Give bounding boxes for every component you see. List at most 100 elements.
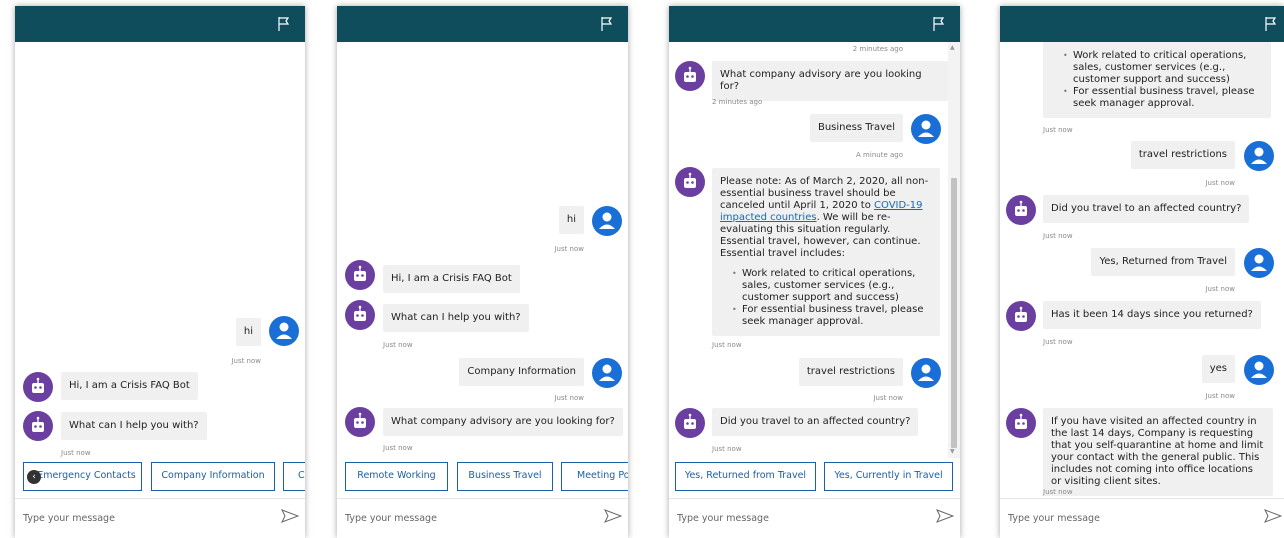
user-avatar <box>911 358 941 388</box>
timestamp: Just now <box>554 245 584 253</box>
flag-icon[interactable] <box>932 16 946 32</box>
message-list[interactable]: Work related to critical operations, sal… <box>1000 42 1284 498</box>
timestamp: Just now <box>712 445 742 453</box>
timestamp: Just now <box>554 394 584 402</box>
user-icon <box>1251 361 1267 378</box>
timestamp: Just now <box>231 357 261 365</box>
bot-message: Did you travel to an affected country? <box>712 408 919 436</box>
bot-avatar <box>1006 195 1036 225</box>
list-item: Work related to critical operations, sal… <box>732 268 932 304</box>
timestamp: Just now <box>1043 488 1073 496</box>
scrollbar-thumb[interactable] <box>951 178 957 448</box>
scroll-up-icon[interactable]: ▲ <box>950 44 955 52</box>
input-bar <box>669 498 960 538</box>
list-item: For essential business travel, please se… <box>732 304 932 328</box>
user-icon <box>276 322 292 339</box>
input-bar <box>15 498 305 538</box>
timestamp: Just now <box>873 394 903 402</box>
message-input[interactable] <box>1008 507 1248 529</box>
message-input[interactable] <box>23 507 263 529</box>
message-list[interactable]: hi Just now Hi, I am a Crisis FAQ Bot Wh… <box>15 42 305 458</box>
message-list[interactable]: 2 minutes ago What company advisory are … <box>669 42 948 458</box>
suggestion-truncated[interactable]: C <box>283 462 305 491</box>
chat-window-2: hi Just now Hi, I am a Crisis FAQ Bot Wh… <box>337 6 628 538</box>
send-icon[interactable] <box>936 509 954 523</box>
suggested-actions: ‹ Emergency Contacts Company Information… <box>15 458 305 498</box>
scroll-down-icon[interactable]: ▼ <box>950 448 955 456</box>
timestamp: Just now <box>383 444 413 452</box>
timestamp: Just now <box>61 449 91 457</box>
bot-message-travel-note: Work related to critical operations, sal… <box>1043 42 1271 118</box>
bot-message: What company advisory are you looking fo… <box>712 61 948 101</box>
user-message: Business Travel <box>809 114 903 142</box>
user-icon <box>918 364 934 381</box>
timestamp: A minute ago <box>856 151 903 159</box>
bot-avatar <box>675 408 705 438</box>
user-icon <box>599 364 615 381</box>
user-message: Company Information <box>459 358 584 386</box>
bot-icon <box>684 413 696 429</box>
send-icon[interactable] <box>604 509 622 523</box>
message-input[interactable] <box>345 507 585 529</box>
message-input[interactable] <box>677 507 917 529</box>
bot-message: What can I help you with? <box>383 304 529 332</box>
bot-avatar <box>675 61 705 91</box>
timestamp: Just now <box>1043 232 1073 240</box>
timestamp: Just now <box>1205 285 1235 293</box>
chat-window-3: 2 minutes ago What company advisory are … <box>669 6 960 538</box>
timestamp: Just now <box>1205 392 1235 400</box>
user-message: yes <box>1201 355 1235 383</box>
user-avatar <box>592 358 622 388</box>
send-icon[interactable] <box>1264 509 1282 523</box>
suggestion-remote-working[interactable]: Remote Working <box>345 462 448 491</box>
scrollbar[interactable]: ▲ ▼ <box>948 42 960 458</box>
list-item: Work related to critical operations, sal… <box>1063 50 1263 86</box>
timestamp: Just now <box>1205 179 1235 187</box>
travel-criteria-list: Work related to critical operations, sal… <box>720 268 932 328</box>
bot-avatar <box>23 372 53 402</box>
bot-icon <box>684 66 696 82</box>
suggestion-currently-in-travel[interactable]: Yes, Currently in Travel <box>824 462 953 491</box>
user-message: hi <box>558 206 584 234</box>
timestamp: Just now <box>712 341 742 349</box>
bot-avatar <box>675 167 705 197</box>
user-avatar <box>1244 248 1274 278</box>
chat-window-4: Work related to critical operations, sal… <box>1000 6 1284 538</box>
bot-icon <box>1015 200 1027 216</box>
suggested-actions: Remote Working Business Travel Meeting P… <box>337 458 628 498</box>
chat-header <box>669 6 960 42</box>
bot-icon <box>32 377 44 393</box>
user-icon <box>918 120 934 137</box>
timestamp: Just now <box>1043 338 1073 346</box>
suggestion-returned-from-travel[interactable]: Yes, Returned from Travel <box>675 462 816 491</box>
suggested-actions: Yes, Returned from Travel Yes, Currently… <box>669 458 960 498</box>
suggestion-company-information[interactable]: Company Information <box>151 462 275 491</box>
bot-message: Hi, I am a Crisis FAQ Bot <box>383 265 520 293</box>
user-message: Yes, Returned from Travel <box>1091 248 1235 276</box>
user-avatar <box>269 316 299 346</box>
user-icon <box>1251 147 1267 164</box>
timestamp: 2 minutes ago <box>852 45 903 53</box>
bot-message: What can I help you with? <box>61 412 207 440</box>
suggestion-business-travel[interactable]: Business Travel <box>457 462 553 491</box>
suggestion-meeting-policy[interactable]: Meeting Po <box>561 462 628 491</box>
flag-icon[interactable] <box>1264 16 1278 32</box>
user-message: hi <box>235 318 261 346</box>
flag-icon[interactable] <box>277 16 291 32</box>
chevron-left-icon[interactable]: ‹ <box>27 470 41 484</box>
user-icon <box>599 212 615 229</box>
user-avatar <box>1244 141 1274 171</box>
timestamp: Just now <box>1043 126 1073 134</box>
bot-icon <box>354 305 366 321</box>
bot-icon <box>354 412 366 428</box>
user-avatar <box>911 114 941 144</box>
send-icon[interactable] <box>281 509 299 523</box>
bot-icon <box>1015 413 1027 429</box>
bot-icon <box>684 172 696 188</box>
message-list[interactable]: hi Just now Hi, I am a Crisis FAQ Bot Wh… <box>337 42 628 458</box>
user-message: travel restrictions <box>798 358 903 386</box>
input-bar <box>1000 498 1284 538</box>
user-avatar <box>1244 355 1274 385</box>
bot-avatar <box>1006 301 1036 331</box>
flag-icon[interactable] <box>600 16 614 32</box>
